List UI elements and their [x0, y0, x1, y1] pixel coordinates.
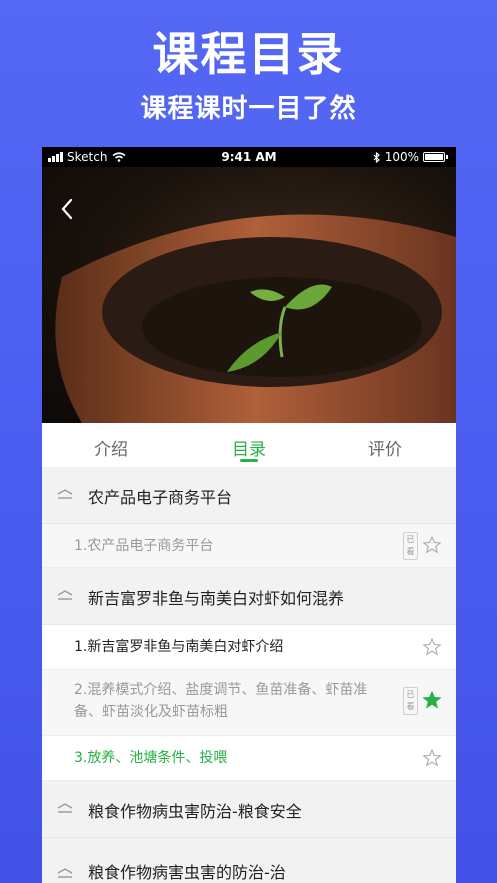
tab-intro[interactable]: 介绍	[94, 435, 128, 460]
lesson-item[interactable]: 1.新吉富罗非鱼与南美白对虾介绍	[42, 625, 456, 670]
chevron-up-icon	[57, 803, 73, 813]
tab-bar: 介绍 目录 评价	[42, 423, 456, 467]
lesson-item[interactable]: 3.放养、池塘条件、投喂	[42, 736, 456, 781]
watched-badge: 已看	[403, 532, 418, 560]
catalog-section-header[interactable]: 粮食作物病虫害防治-粮食安全	[42, 781, 456, 838]
tab-catalog[interactable]: 目录	[232, 435, 266, 460]
catalog-section-header[interactable]: 粮食作物病害虫害的防治-治	[42, 838, 456, 883]
bluetooth-icon	[373, 151, 380, 163]
lesson-item[interactable]: 1.农产品电子商务平台 已看	[42, 524, 456, 568]
section-title: 新吉富罗非鱼与南美白对虾如何混养	[88, 589, 345, 608]
course-cover-image	[42, 167, 456, 423]
chevron-up-icon	[57, 868, 73, 878]
catalog-section-header[interactable]: 新吉富罗非鱼与南美白对虾如何混养	[42, 568, 456, 625]
star-outline-icon[interactable]	[422, 748, 442, 768]
star-outline-icon[interactable]	[422, 637, 442, 657]
battery-icon	[423, 152, 445, 162]
section-title: 粮食作物病虫害防治-粮食安全	[88, 802, 302, 821]
star-filled-icon[interactable]	[422, 690, 442, 710]
banner-subtitle: 课程课时一目了然	[140, 94, 357, 124]
status-bar: Sketch 9:41 AM 100%	[42, 147, 456, 167]
watched-badge: 已看	[403, 687, 418, 715]
lesson-title: 2.混养模式介绍、盐度调节、鱼苗准备、虾苗准备、虾苗淡化及虾苗标粗	[74, 682, 368, 720]
lesson-title: 1.新吉富罗非鱼与南美白对虾介绍	[74, 639, 284, 655]
chevron-up-icon	[57, 590, 73, 600]
lesson-item[interactable]: 2.混养模式介绍、盐度调节、鱼苗准备、虾苗准备、虾苗淡化及虾苗标粗 已看	[42, 670, 456, 736]
section-title: 粮食作物病害虫害的防治-治	[88, 863, 286, 882]
chevron-up-icon	[57, 489, 73, 499]
banner-title: 课程目录	[152, 27, 345, 81]
battery-percent: 100%	[384, 150, 419, 164]
lesson-title: 3.放养、池塘条件、投喂	[74, 750, 228, 766]
star-outline-icon[interactable]	[422, 535, 442, 555]
tab-reviews[interactable]: 评价	[368, 435, 402, 460]
tab-active-indicator	[240, 459, 258, 462]
back-icon[interactable]	[56, 197, 80, 221]
catalog-section-header[interactable]: 农产品电子商务平台	[42, 467, 456, 524]
course-catalog-list: 农产品电子商务平台 1.农产品电子商务平台 已看 新吉富罗非鱼与南美白对虾如何混…	[42, 467, 456, 883]
section-title: 农产品电子商务平台	[88, 488, 233, 507]
lesson-title: 1.农产品电子商务平台	[74, 538, 214, 554]
phone-screen: Sketch 9:41 AM 100% 介绍 目录 评价 农产品电子商务平台 1…	[42, 147, 456, 883]
